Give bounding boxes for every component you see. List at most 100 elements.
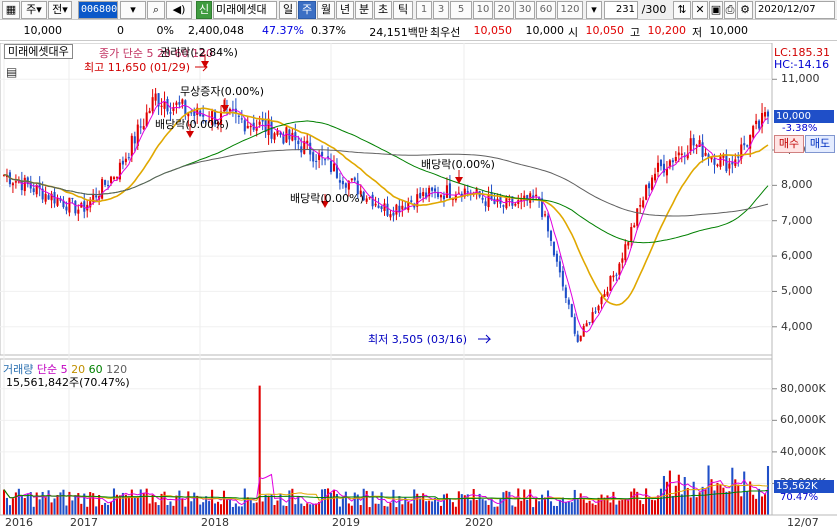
sell-button[interactable]: 매도 xyxy=(805,135,835,153)
volume-bar xyxy=(710,479,713,515)
quote-change: 0 xyxy=(117,24,124,37)
volume-bar xyxy=(674,485,677,515)
interval-3[interactable]: 3 xyxy=(433,1,449,19)
volume-bar xyxy=(383,505,386,515)
tab-weekly[interactable]: 주 xyxy=(298,1,316,19)
candle-body xyxy=(680,153,683,156)
candle-body xyxy=(535,194,538,196)
candle-body xyxy=(163,102,166,109)
volume-bar xyxy=(326,488,330,515)
stock-code-input[interactable]: 006800 xyxy=(78,1,118,19)
volume-bar xyxy=(752,494,755,515)
code-dropdown-button[interactable]: ▾ xyxy=(120,1,146,19)
volume-bar xyxy=(425,501,428,515)
hc-label: HC:-14.16 xyxy=(774,58,830,71)
volume-bar xyxy=(549,501,553,515)
volume-bar xyxy=(321,489,324,515)
volume-bar xyxy=(434,497,437,515)
candle-body xyxy=(332,163,336,172)
volume-bar xyxy=(499,498,502,515)
volume-bar xyxy=(460,494,463,515)
interval-10[interactable]: 10 xyxy=(473,1,493,19)
volume-bar xyxy=(442,494,446,515)
candle-body xyxy=(101,179,104,199)
candle-body xyxy=(639,205,642,207)
quote-change-pct: 0% xyxy=(156,24,174,37)
speaker-icon[interactable]: ◀) xyxy=(166,1,192,19)
volume-tick-label: 40,000K xyxy=(780,444,826,458)
save-icon[interactable]: ▣ xyxy=(709,1,723,19)
volume-bar xyxy=(252,503,255,515)
volume-bar xyxy=(133,496,136,515)
candle-body xyxy=(68,197,71,213)
candle-body xyxy=(309,142,312,155)
candle-body xyxy=(677,152,680,156)
volume-bar xyxy=(481,499,484,515)
volume-bar xyxy=(315,503,318,515)
volume-bar xyxy=(636,491,639,515)
volume-bar xyxy=(546,490,550,515)
candle-body xyxy=(674,157,677,161)
volume-bar xyxy=(448,498,451,515)
page-counter-field[interactable]: 231 xyxy=(604,1,638,19)
candle-body xyxy=(671,160,674,163)
search-icon[interactable]: ⌕ xyxy=(147,1,165,19)
volume-bar xyxy=(472,488,475,515)
volume-bar xyxy=(187,491,190,515)
candle-body xyxy=(505,198,508,209)
interval-120[interactable]: 120 xyxy=(557,1,583,19)
volume-bar xyxy=(5,497,9,515)
prev-button[interactable]: 전▾ xyxy=(48,1,72,19)
volume-bar xyxy=(217,501,220,515)
candle-body xyxy=(297,140,300,145)
tab-minute[interactable]: 분 xyxy=(355,1,373,19)
volume-bar xyxy=(273,504,276,515)
price-volume-chart[interactable] xyxy=(0,43,837,532)
candle-body xyxy=(558,261,561,273)
candle-body xyxy=(240,118,243,120)
volume-bar xyxy=(377,503,380,515)
cross-icon[interactable]: ✕ xyxy=(692,1,708,19)
interval-20[interactable]: 20 xyxy=(494,1,514,19)
tab-tick[interactable]: 틱 xyxy=(393,1,413,19)
interval-5[interactable]: 5 xyxy=(450,1,472,19)
interval-1[interactable]: 1 xyxy=(416,1,432,19)
volume-bar xyxy=(567,501,570,515)
buy-button[interactable]: 매수 xyxy=(774,135,804,153)
date-field[interactable]: 2020/12/07 xyxy=(755,1,835,19)
pane-menu-icon[interactable]: ▤ xyxy=(6,65,17,79)
grid-icon[interactable]: ▦ xyxy=(2,1,20,19)
gear-icon[interactable]: ⚙ xyxy=(737,1,753,19)
price-tick-label: 5,000 xyxy=(781,284,813,298)
high-annotation: 최고 11,650 (01/29) xyxy=(84,61,191,74)
volume-bar xyxy=(8,505,11,515)
chart-type-select[interactable]: 주▾ xyxy=(21,1,47,19)
volume-bar xyxy=(493,506,496,515)
interval-60[interactable]: 60 xyxy=(536,1,556,19)
volume-bar xyxy=(514,506,517,515)
volume-bar xyxy=(725,491,728,515)
interval-dropdown-button[interactable]: ▾ xyxy=(586,1,602,19)
event-label-dividend-2019: 배당락(0.00%) xyxy=(421,158,495,171)
chart-area[interactable]: 미래에셋대우 종가 단순 5 20 60 120 ▤ 최고 11,650 (01… xyxy=(0,43,837,532)
volume-bar xyxy=(56,495,59,515)
candle-body xyxy=(258,121,261,125)
x-tick-label: 2020 xyxy=(465,516,493,529)
compare-icon[interactable]: ⇅ xyxy=(673,1,691,19)
candle-body xyxy=(606,291,609,296)
volume-bar xyxy=(80,503,83,515)
interval-30[interactable]: 30 xyxy=(515,1,535,19)
candle-body xyxy=(44,193,47,202)
candle-body xyxy=(169,112,172,114)
chart-title-tab[interactable]: 미래에셋대우 xyxy=(4,44,73,59)
tab-daily[interactable]: 일 xyxy=(279,1,297,19)
tab-yearly[interactable]: 년 xyxy=(336,1,354,19)
volume-bar xyxy=(294,504,297,515)
volume-bar xyxy=(591,503,594,515)
tab-second[interactable]: 초 xyxy=(374,1,392,19)
volume-bar xyxy=(14,492,17,515)
candle-body xyxy=(107,184,110,186)
print-icon[interactable]: ⎙ xyxy=(724,1,736,19)
tab-monthly[interactable]: 월 xyxy=(317,1,335,19)
open-label: 시 xyxy=(568,26,579,39)
